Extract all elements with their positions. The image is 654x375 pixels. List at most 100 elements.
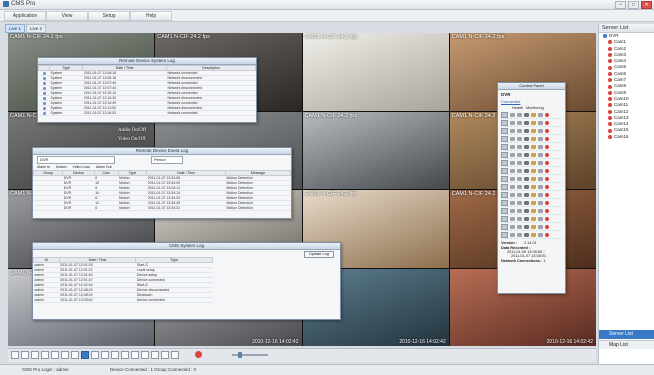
server-list-button[interactable]: Server List: [599, 330, 654, 339]
channel-icon: [501, 223, 508, 230]
record-icon[interactable]: [195, 351, 202, 358]
status-icon: [531, 144, 536, 149]
camera-label: CAM1 N-CIF 24.2 fps: [304, 34, 358, 40]
period-select[interactable]: Period: [151, 156, 183, 164]
channel-status-row[interactable]: [501, 135, 562, 143]
camera-status-icon: [608, 97, 612, 102]
audio-toggle-label[interactable]: Audio On/Off: [118, 128, 146, 133]
layout-button-icon[interactable]: [51, 351, 59, 359]
camera-tile[interactable]: CAM1 N-CIF 24.2 fps: [302, 33, 449, 111]
sidebar-item-camera[interactable]: Cam16: [603, 134, 654, 140]
channel-status-row[interactable]: [501, 143, 562, 151]
filter-video-loss[interactable]: Video Loss: [73, 164, 90, 170]
channel-status-row[interactable]: [501, 207, 562, 215]
col-health: Health: [512, 106, 523, 110]
camera-status-icon: [608, 53, 612, 58]
map-list-button[interactable]: Map List: [599, 340, 654, 349]
layout-button-icon[interactable]: [171, 351, 179, 359]
status-icon: [510, 232, 515, 237]
status-icon: [531, 136, 536, 141]
layout-button-icon[interactable]: [21, 351, 29, 359]
layout-button-icon[interactable]: [31, 351, 39, 359]
alert-icon: [545, 136, 549, 141]
status-icon: [524, 128, 529, 133]
status-icon: [510, 216, 515, 221]
cms-system-log-window[interactable]: CMS System Log Update Log ID Date / Time…: [32, 242, 341, 320]
channel-icon: [501, 159, 508, 166]
alert-icon: [545, 200, 549, 205]
channel-status-row[interactable]: [501, 191, 562, 199]
channel-status-row[interactable]: [501, 151, 562, 159]
minimize-button[interactable]: –: [615, 1, 626, 9]
alert-icon: [545, 192, 549, 197]
menu-application[interactable]: Application: [4, 11, 46, 21]
layout-button-icon[interactable]: [11, 351, 19, 359]
view-tabs: Live 1 Live 2: [5, 24, 47, 33]
channel-status-row[interactable]: [501, 215, 562, 223]
table-row[interactable]: System 2011-01-07 12:16:03 Network connect…: [38, 110, 256, 116]
filter-alarm-in[interactable]: Alarm In: [37, 164, 50, 170]
status-icon: [510, 168, 515, 173]
channel-status-row[interactable]: [501, 127, 562, 135]
table-row[interactable]: admin 2011-01-07 13:03:42 Device connected: [33, 297, 213, 303]
channel-status-row[interactable]: [501, 111, 562, 119]
alert-icon: [545, 120, 549, 125]
panel-device-name: DVR: [501, 92, 511, 97]
maximize-button[interactable]: □: [628, 1, 639, 9]
close-button[interactable]: ✕: [641, 1, 652, 9]
device-select[interactable]: DVR: [37, 156, 115, 164]
remote-event-log-window[interactable]: Remote Device Event Log DVR Period Alarm…: [32, 147, 292, 219]
layout-button-icon[interactable]: [141, 351, 149, 359]
layout-button-icon[interactable]: [131, 351, 139, 359]
channel-status-row[interactable]: [501, 223, 562, 231]
alert-icon: [545, 128, 549, 133]
status-icon: [531, 168, 536, 173]
volume-slider-thumb[interactable]: [238, 352, 242, 358]
layout-button-icon[interactable]: [111, 351, 119, 359]
table-cell: 2011-01-07 12:16:03: [82, 110, 167, 116]
video-toggle-label[interactable]: Video On/Off: [118, 137, 146, 142]
layout-button-icon[interactable]: [151, 351, 159, 359]
layout-button-icon[interactable]: [71, 351, 79, 359]
channel-status-row[interactable]: [501, 199, 562, 207]
menu-help[interactable]: Help: [130, 11, 172, 21]
tab-live-2[interactable]: Live 2: [26, 24, 47, 33]
control-panel[interactable]: Control Panel DVR Connected Health Monit…: [497, 82, 566, 294]
menu-setup[interactable]: Setup: [88, 11, 130, 21]
channel-status-row[interactable]: [501, 119, 562, 127]
channel-icon: [501, 199, 508, 206]
status-icon: [517, 224, 522, 229]
layout-button-icon[interactable]: [121, 351, 129, 359]
status-icon: [524, 232, 529, 237]
alert-icon: [545, 224, 549, 229]
channel-status-row[interactable]: [501, 175, 562, 183]
menu-bar: Application View Setup Help: [0, 10, 654, 22]
remote-system-log-window[interactable]: Remote Device System Log Type Date / Tim…: [37, 57, 257, 123]
layout-button-icon[interactable]: [61, 351, 69, 359]
cms-log-toolbar: Update Log: [33, 250, 340, 258]
status-icon: [510, 136, 515, 141]
update-log-button[interactable]: Update Log: [304, 251, 334, 258]
layout-button-icon[interactable]: [81, 351, 89, 359]
filter-alarm-out[interactable]: Alarm Out: [96, 164, 112, 170]
layout-button-icon[interactable]: [161, 351, 169, 359]
tab-live-1[interactable]: Live 1: [5, 24, 26, 33]
channel-status-row[interactable]: [501, 183, 562, 191]
status-icon: [531, 200, 536, 205]
table-row[interactable]: DVR 6 Motion 2011-01-07 13:34:31 Motion Dete…: [33, 205, 291, 211]
channel-status-row[interactable]: [501, 231, 562, 239]
camera-status-icon: [608, 71, 612, 76]
layout-button-icon[interactable]: [91, 351, 99, 359]
status-icon: [517, 176, 522, 181]
status-icon: [517, 112, 522, 117]
layout-button-icon[interactable]: [41, 351, 49, 359]
layout-toolbar: [8, 348, 596, 362]
menu-view[interactable]: View: [46, 11, 88, 21]
log-icon: [42, 86, 46, 90]
camera-label: CAM1 N-CIF 24.2 fps: [451, 34, 505, 40]
layout-button-icon[interactable]: [101, 351, 109, 359]
camera-tile[interactable]: CAM1 N-CIF 24.2 fps: [302, 111, 449, 189]
filter-motion[interactable]: Motion: [56, 164, 67, 170]
channel-status-row[interactable]: [501, 167, 562, 175]
channel-status-row[interactable]: [501, 159, 562, 167]
